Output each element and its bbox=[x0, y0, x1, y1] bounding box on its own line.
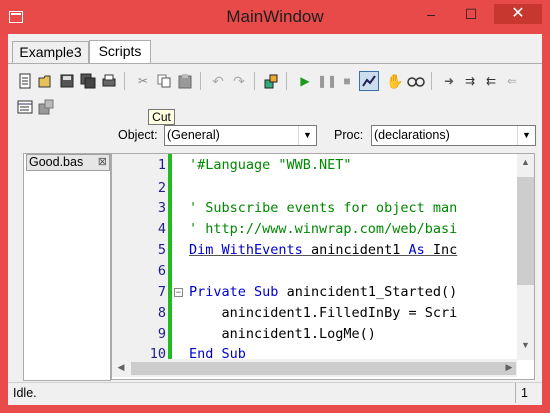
line-number: 7 bbox=[157, 284, 166, 300]
code-editor[interactable] bbox=[111, 153, 535, 380]
tab-scripts[interactable]: Scripts bbox=[89, 40, 151, 64]
chevron-down-icon[interactable]: ▼ bbox=[298, 126, 316, 145]
status-text: Idle. bbox=[13, 386, 37, 400]
line-number: 4 bbox=[157, 221, 166, 237]
save-icon[interactable] bbox=[58, 72, 76, 90]
line-number: 9 bbox=[157, 326, 166, 342]
file-list-pane bbox=[23, 153, 111, 381]
toolbar-separator bbox=[286, 72, 287, 90]
close-icon[interactable]: ⊠ bbox=[98, 155, 107, 170]
step-out-icon[interactable]: ⇇ bbox=[482, 72, 500, 90]
file-tab-good-bas[interactable]: Good.bas ⊠ bbox=[26, 154, 110, 171]
step-over-icon[interactable]: ⇉ bbox=[461, 72, 479, 90]
line-number: 2 bbox=[157, 180, 166, 196]
open-icon[interactable] bbox=[37, 72, 55, 90]
watch-icon[interactable] bbox=[407, 72, 425, 90]
new-icon[interactable] bbox=[16, 72, 34, 90]
toolbar-separator bbox=[254, 72, 255, 90]
undo-icon[interactable]: ↶ bbox=[209, 72, 227, 90]
pause-icon[interactable]: ❚❚ bbox=[317, 72, 337, 90]
line-number: 8 bbox=[157, 305, 166, 321]
status-bar bbox=[8, 382, 542, 405]
step-return-icon[interactable]: ⇐ bbox=[503, 72, 521, 90]
proc-dropdown[interactable]: (declarations) ▼ bbox=[371, 125, 536, 146]
proc-label: Proc: bbox=[334, 128, 364, 142]
object-value: (General) bbox=[167, 128, 220, 142]
cut-tooltip: Cut bbox=[148, 109, 175, 125]
print-icon[interactable] bbox=[100, 72, 118, 90]
copy-icon[interactable] bbox=[155, 72, 173, 90]
vertical-scroll-thumb[interactable] bbox=[517, 177, 534, 285]
minimize-button[interactable]: – bbox=[416, 4, 446, 24]
status-divider bbox=[515, 383, 516, 403]
close-button[interactable]: ✕ bbox=[494, 4, 542, 24]
debug-icon[interactable] bbox=[359, 71, 379, 91]
scroll-right-icon[interactable]: ▶ bbox=[502, 362, 516, 373]
macro-icon[interactable] bbox=[262, 72, 280, 90]
line-number: 1 bbox=[157, 157, 166, 173]
line-number: 3 bbox=[157, 200, 166, 216]
maximize-button[interactable]: ☐ bbox=[456, 4, 486, 24]
redo-icon[interactable]: ↷ bbox=[230, 72, 248, 90]
scroll-left-icon[interactable]: ◀ bbox=[114, 362, 128, 373]
tab-example3[interactable]: Example3 bbox=[12, 41, 89, 63]
cut-icon[interactable]: ✂ bbox=[134, 72, 152, 90]
line-number: 6 bbox=[157, 263, 166, 279]
status-line-number: 1 bbox=[521, 386, 528, 400]
stop-icon[interactable]: ■ bbox=[338, 72, 356, 90]
object-label: Object: bbox=[118, 128, 158, 142]
object-dropdown[interactable]: (General) ▼ bbox=[164, 125, 317, 146]
scroll-down-icon[interactable]: ▼ bbox=[517, 340, 534, 350]
tab-divider bbox=[8, 63, 542, 64]
paste-icon[interactable] bbox=[176, 72, 194, 90]
hand-icon[interactable]: ✋ bbox=[386, 72, 404, 90]
file-tab-label: Good.bas bbox=[29, 155, 84, 169]
chevron-down-icon[interactable]: ▼ bbox=[517, 126, 535, 145]
horizontal-scroll-thumb[interactable] bbox=[131, 362, 516, 375]
toolbar-separator bbox=[431, 72, 432, 90]
properties-icon[interactable] bbox=[16, 98, 34, 116]
line-number: 5 bbox=[157, 242, 166, 258]
change-marker-bar bbox=[168, 154, 172, 360]
step-into-icon[interactable]: ➜ bbox=[440, 72, 458, 90]
toolbar-separator bbox=[124, 72, 125, 90]
fold-toggle-icon[interactable]: − bbox=[174, 288, 183, 297]
toolbar-separator bbox=[200, 72, 201, 90]
scroll-up-icon[interactable]: ▲ bbox=[517, 157, 534, 167]
line-number: 10 bbox=[149, 346, 166, 358]
run-icon[interactable]: ▶ bbox=[296, 72, 314, 90]
proc-value: (declarations) bbox=[374, 128, 450, 142]
save-all-icon[interactable] bbox=[79, 72, 97, 90]
references-icon[interactable] bbox=[37, 98, 55, 116]
